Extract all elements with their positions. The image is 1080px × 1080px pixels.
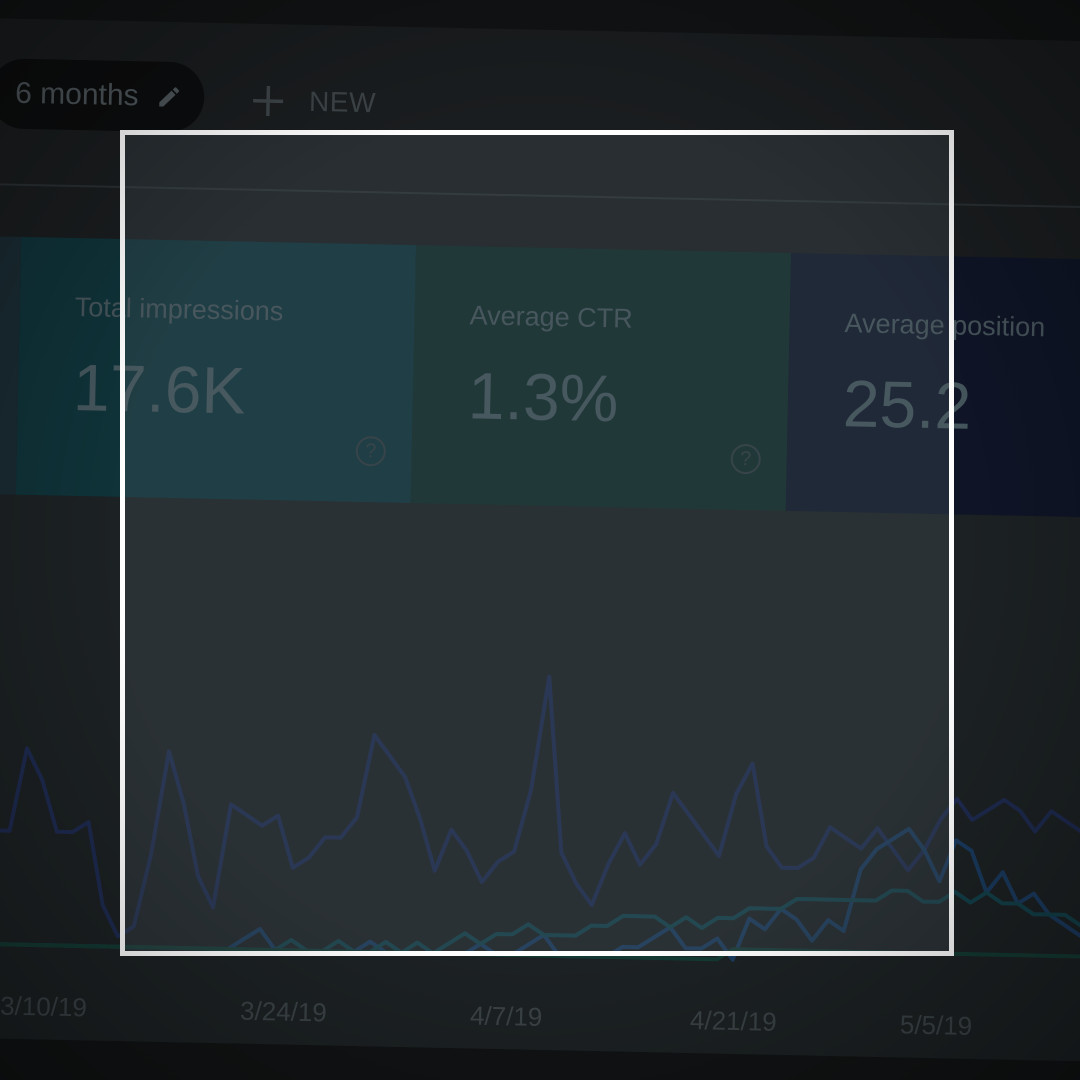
plus-icon xyxy=(253,85,284,117)
new-button[interactable]: NEW xyxy=(251,76,377,129)
x-tick-label: 3/24/19 xyxy=(240,996,327,1028)
date-filter-label: 6 months xyxy=(14,76,139,113)
overlay-frame xyxy=(120,130,954,956)
x-tick-label: 4/7/19 xyxy=(470,1000,543,1032)
x-tick-label: 4/21/19 xyxy=(690,1005,777,1037)
new-button-label: NEW xyxy=(308,85,377,119)
pencil-icon xyxy=(159,87,180,107)
x-tick-label: 3/10/19 xyxy=(0,991,87,1023)
x-tick-label: 5/5/19 xyxy=(900,1009,973,1041)
date-filter-chip[interactable]: 6 months xyxy=(0,58,205,133)
